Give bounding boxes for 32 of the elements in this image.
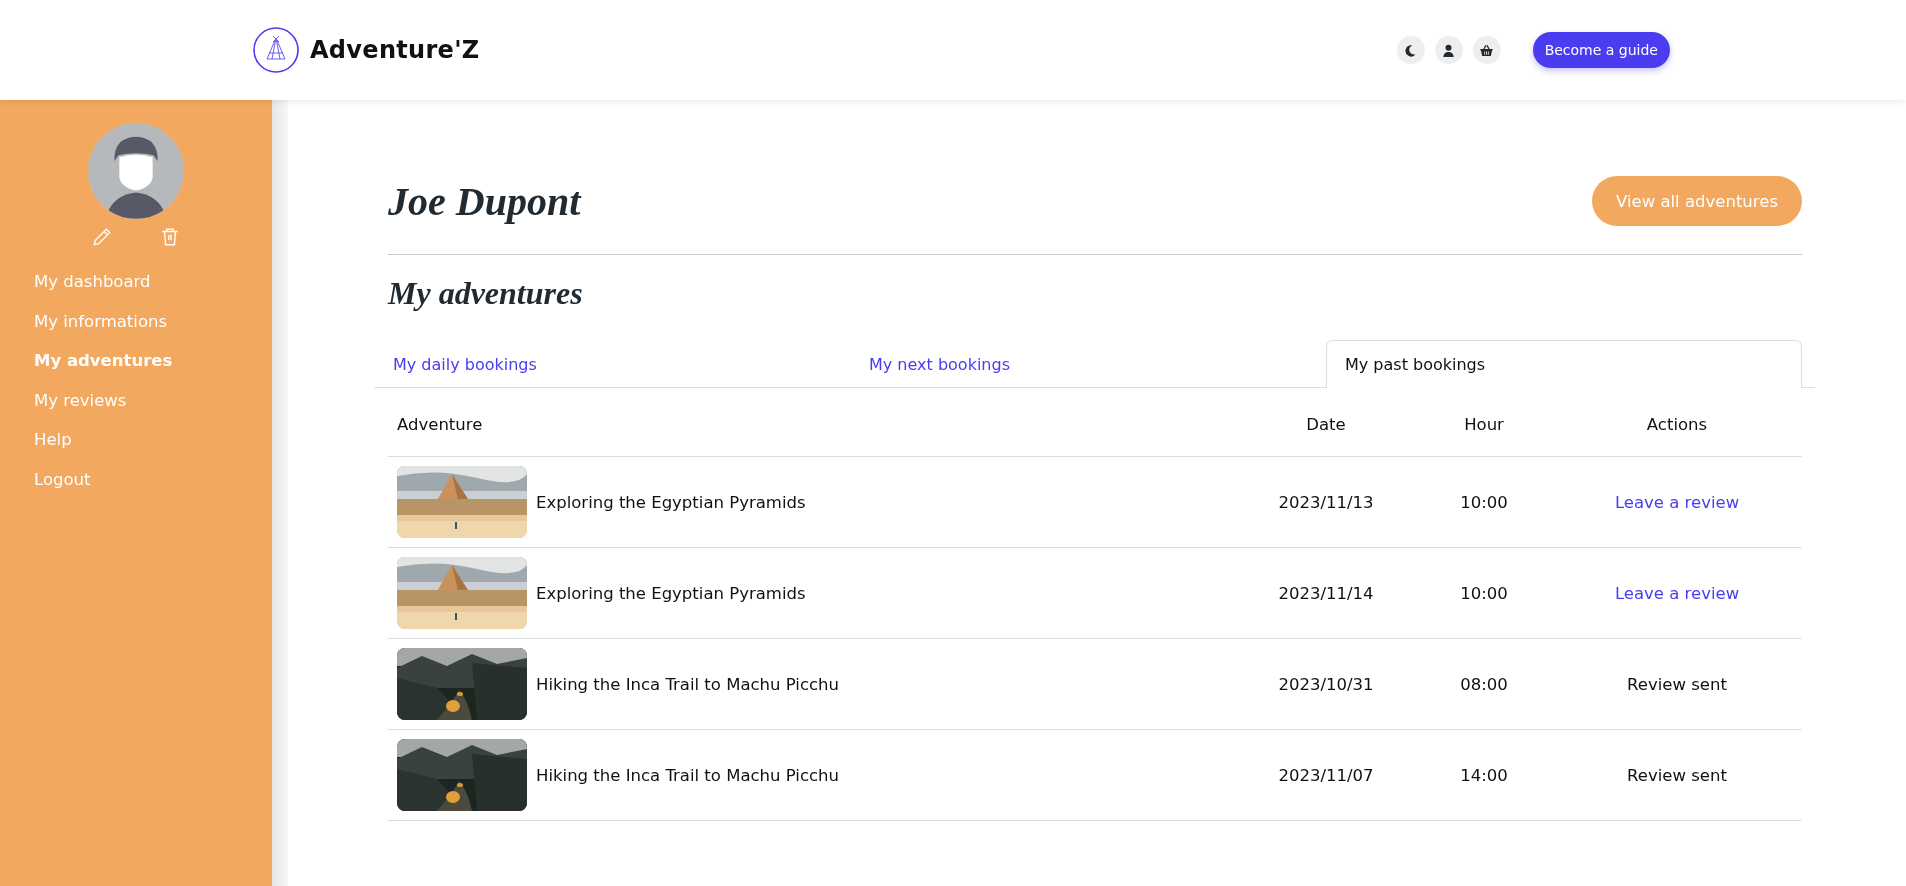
hour-cell-text: 10:00	[1459, 492, 1509, 512]
column-header: Hour	[1463, 414, 1505, 434]
hour-cell-text: 14:00	[1459, 765, 1509, 785]
tab[interactable]: My next bookings	[850, 340, 1326, 387]
adventure-name: Hiking the Inca Trail to Machu Picchu	[536, 674, 839, 694]
tent-logo-icon[interactable]	[252, 26, 300, 74]
user-icon[interactable]	[1434, 36, 1463, 64]
brand-name[interactable]: Adventure'Z	[310, 36, 480, 64]
date-cell-text: 2023/11/14	[1277, 583, 1375, 603]
column-header: Actions	[1645, 414, 1709, 434]
leave-review-link[interactable]: Leave a review	[1614, 492, 1740, 512]
hour-cell-text: 08:00	[1459, 674, 1509, 694]
become-guide-button[interactable]: Become a guide	[1532, 32, 1670, 68]
tab[interactable]: My daily bookings	[374, 340, 850, 387]
profile-name: Joe Dupont	[388, 177, 581, 225]
date-cell-text: 2023/10/31	[1277, 674, 1375, 694]
date-cell-text: 2023/11/13	[1277, 492, 1375, 512]
leave-review-link[interactable]: Leave a review	[1614, 583, 1740, 603]
adventure-name: Exploring the Egyptian Pyramids	[536, 583, 806, 603]
moon-icon[interactable]	[1396, 36, 1425, 64]
hour-cell-text: 10:00	[1459, 583, 1509, 603]
date-cell-text: 2023/11/07	[1277, 765, 1375, 785]
tab[interactable]: My past bookings	[1326, 340, 1802, 388]
adventure-name: Hiking the Inca Trail to Machu Picchu	[536, 765, 839, 785]
column-header: Adventure	[396, 414, 484, 434]
column-header: Date	[1305, 414, 1347, 434]
basket-icon[interactable]	[1472, 36, 1501, 64]
review-status: Review sent	[1627, 765, 1727, 785]
review-status: Review sent	[1627, 674, 1727, 694]
adventure-name: Exploring the Egyptian Pyramids	[536, 492, 806, 512]
avatar-icon[interactable]	[87, 122, 185, 220]
section-title: My adventures	[388, 275, 584, 312]
